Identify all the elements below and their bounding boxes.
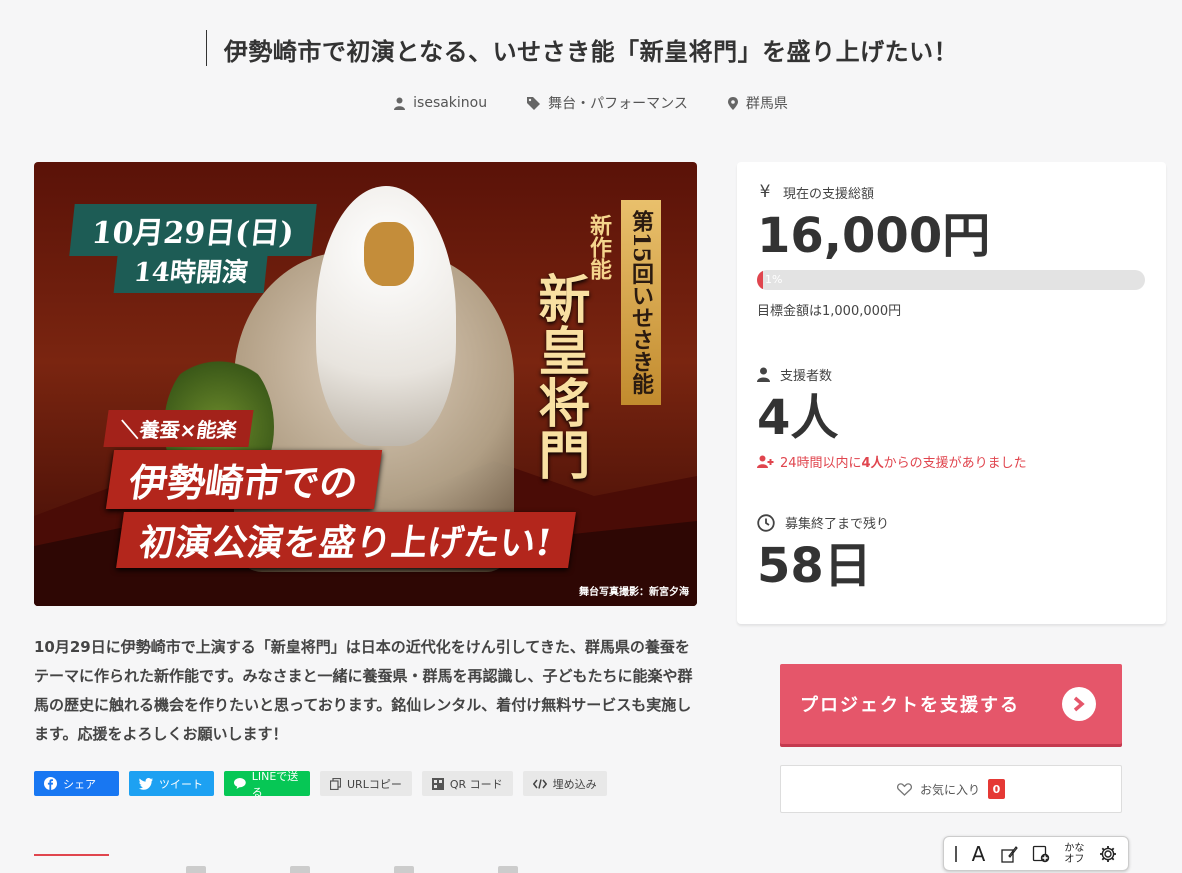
total-label-text: 現在の支援総額	[783, 186, 875, 202]
goal-amount: 目標金額は1,000,000円	[757, 304, 902, 319]
category-name: 舞台・パフォーマンス	[548, 96, 688, 112]
hero-series: 第15回いせさき能	[621, 200, 661, 405]
hero-play-name: 新皇将門	[529, 272, 590, 480]
remaining-days: 58日	[757, 538, 872, 594]
owner-link[interactable]: isesakinou	[394, 93, 487, 113]
hero-banner-line2: 初演公演を盛り上げたい!	[116, 512, 576, 568]
active-tab-indicator	[34, 854, 109, 856]
handwriting-icon[interactable]	[1000, 845, 1018, 863]
category-link[interactable]: 舞台・パフォーマンス	[527, 93, 688, 113]
user-icon	[757, 367, 770, 382]
recent-suffix: からの支援がありました	[883, 456, 1027, 471]
user-icon	[394, 97, 406, 110]
facebook-share-label: シェア	[63, 777, 96, 791]
project-hero-image: 10月29日(日) 14時開演 新作能 第15回いせさき能 新皇将門 ＼養蚕×能…	[34, 162, 697, 606]
photo-credit: 舞台写真撮影：新宮夕海	[579, 587, 689, 598]
url-copy-button[interactable]: URLコピー	[320, 771, 412, 796]
total-amount: 16,000円	[757, 208, 991, 264]
tab-icon[interactable]	[498, 866, 518, 873]
map-pin-icon	[727, 96, 738, 110]
yen-icon: ¥	[759, 182, 771, 202]
hero-time: 14時開演	[113, 248, 269, 293]
user-plus-icon	[757, 455, 774, 468]
url-copy-label: URLコピー	[347, 777, 402, 791]
tag-icon	[527, 96, 541, 110]
performer-mask	[364, 222, 414, 286]
favorite-count-badge: 0	[988, 779, 1005, 799]
input-mode-button[interactable]: A	[972, 842, 986, 866]
owner-name: isesakinou	[413, 95, 488, 111]
facebook-share-button[interactable]: シェア	[34, 771, 119, 796]
qr-code-button[interactable]: QR コード	[421, 771, 513, 796]
hero-banner-line1: 伊勢崎市での	[105, 450, 383, 509]
funding-progress-bar: 1%	[757, 270, 1145, 290]
line-share-button[interactable]: LINEで送る	[224, 770, 310, 799]
tab-icon[interactable]	[290, 866, 310, 873]
chevron-right-icon	[1062, 687, 1096, 721]
facebook-icon	[44, 777, 57, 790]
copy-icon	[330, 777, 341, 790]
recent-count: 4人	[861, 456, 884, 471]
support-button-label: プロジェクトを支援する	[800, 695, 1020, 716]
hero-new-work: 新作能	[586, 214, 612, 280]
embed-label: 埋め込み	[552, 777, 597, 791]
progress-percent: 1%	[765, 273, 783, 286]
progress-fill	[757, 270, 763, 290]
favorite-button[interactable]: お気に入り 0	[780, 765, 1122, 813]
qr-code-label: QR コード	[449, 777, 503, 791]
tab-bar	[186, 866, 518, 873]
support-project-button[interactable]: プロジェクトを支援する	[780, 664, 1122, 744]
location-name: 群馬県	[745, 96, 788, 112]
clock-icon	[757, 513, 775, 532]
total-amount-label: ¥ 現在の支援総額	[757, 182, 1146, 202]
qr-code-icon	[431, 777, 444, 790]
tab-icon[interactable]	[394, 866, 414, 873]
share-bar: シェア ツイート LINEで送る URLコピー QR コード 埋め込み	[34, 770, 607, 799]
drag-handle-icon[interactable]	[955, 845, 958, 862]
gear-icon[interactable]	[1099, 845, 1117, 863]
page-title: 伊勢崎市で初演となる、いせさき能「新皇将門」を盛り上げたい！	[223, 38, 959, 66]
location-link[interactable]: 群馬県	[727, 93, 788, 113]
remaining-label: 募集終了まで残り	[757, 513, 1146, 532]
embed-button[interactable]: 埋め込み	[522, 771, 607, 796]
project-description: 10月29日に伊勢崎市で上演する「新皇将門」は日本の近代化をけん引してきた、群馬…	[34, 638, 693, 743]
line-icon	[234, 778, 246, 789]
recent-prefix: 24時間以内に	[780, 456, 862, 471]
supporters-label: 支援者数	[757, 365, 1146, 384]
hero-subtag: ＼養蚕×能楽	[103, 410, 254, 447]
dictionary-add-icon[interactable]	[1032, 845, 1050, 863]
code-icon	[532, 778, 547, 789]
twitter-bird-icon	[139, 777, 153, 790]
project-meta: isesakinou 舞台・パフォーマンス 群馬県	[0, 93, 1182, 113]
tab-icon[interactable]	[186, 866, 206, 873]
heart-icon	[896, 782, 912, 796]
remaining-label-text: 募集終了まで残り	[785, 517, 890, 532]
supporters-label-text: 支援者数	[780, 369, 833, 384]
kana-top: かな	[1064, 842, 1085, 854]
funding-stats-card: ¥ 現在の支援総額 16,000円 1% 目標金額は1,000,000円 支援者…	[737, 162, 1166, 624]
line-share-label: LINEで送る	[251, 769, 299, 799]
favorite-label: お気に入り	[919, 782, 980, 797]
twitter-share-button[interactable]: ツイート	[129, 771, 214, 796]
twitter-share-label: ツイート	[159, 777, 203, 791]
recent-support-notice: 24時間以内に 4人 からの支援がありました	[757, 452, 1146, 471]
supporters-count: 4人	[757, 390, 839, 446]
kana-bottom: オフ	[1064, 853, 1085, 865]
ime-toolbar: A かな オフ	[943, 836, 1129, 871]
kana-toggle-button[interactable]: かな オフ	[1064, 843, 1084, 865]
